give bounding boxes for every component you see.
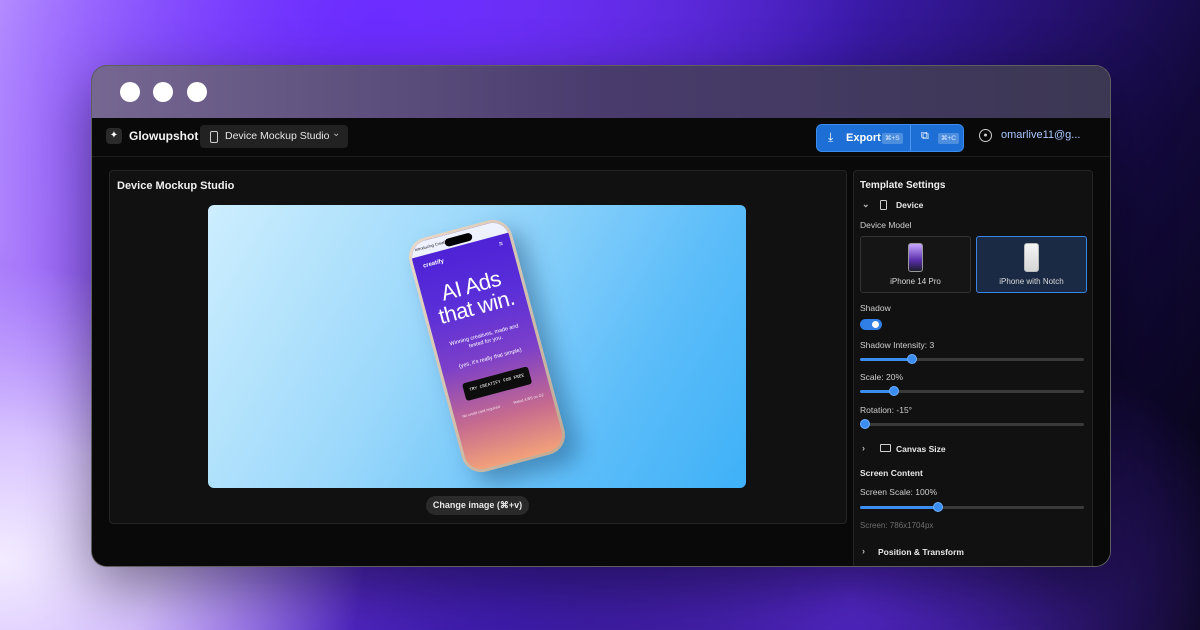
iphone-notch-thumbnail <box>1024 243 1039 272</box>
slider-handle[interactable] <box>907 354 917 364</box>
device-section-header[interactable]: ⌄ Device <box>860 199 1080 211</box>
chevron-down-icon: ⌄ <box>862 199 870 209</box>
slider-handle[interactable] <box>860 419 870 429</box>
change-image-button[interactable]: Change image (⌘+v) <box>426 496 529 515</box>
user-avatar-icon[interactable]: ● <box>979 129 992 142</box>
iphone-14-pro-thumbnail <box>908 243 923 272</box>
phone-mockup[interactable]: Introducing Creatify 2.0 creatify ≡ AI A… <box>404 215 570 477</box>
device-option-label: iPhone with Notch <box>999 277 1064 286</box>
shadow-intensity-label: Shadow Intensity: 3 <box>860 340 935 350</box>
screen-footer-right: Rated 4.8/5 on G2 <box>513 393 545 405</box>
slider-fill <box>860 506 938 509</box>
position-transform-section-header[interactable]: › Position & Transform <box>860 546 1080 558</box>
export-label: Export <box>846 132 881 144</box>
window-minimize-button[interactable] <box>153 82 173 102</box>
screen-size-readout: Screen: 786x1704px <box>860 521 934 530</box>
canvas-panel: Device Mockup Studio Introducing Creatif… <box>109 170 847 524</box>
canvas-size-section-header[interactable]: › Canvas Size <box>860 443 1080 455</box>
copy-button[interactable]: ⧉ ⌘+C <box>910 125 963 151</box>
canvas-size-label: Canvas Size <box>896 444 946 454</box>
phone-icon <box>880 200 887 212</box>
rotation-slider[interactable] <box>860 419 1084 429</box>
shadow-intensity-slider[interactable] <box>860 354 1084 364</box>
screen-content-label: Screen Content <box>860 468 923 478</box>
slider-handle[interactable] <box>933 502 943 512</box>
copy-icon: ⧉ <box>921 130 929 142</box>
screen-footer-left: No credit card required <box>461 404 501 419</box>
download-icon: ⤓ <box>828 130 834 144</box>
device-model-label: Device Model <box>860 220 912 230</box>
canvas-title: Device Mockup Studio <box>117 180 235 192</box>
device-section-label: Device <box>896 200 924 210</box>
export-shortcut-badge: ⌘+S <box>882 133 903 144</box>
device-option-iphone-with-notch[interactable]: iPhone with Notch <box>976 236 1087 293</box>
scale-slider[interactable] <box>860 386 1084 396</box>
position-transform-label: Position & Transform <box>878 547 964 557</box>
window-titlebar <box>92 66 1110 118</box>
screen-scale-label: Screen Scale: 100% <box>860 487 938 497</box>
app-area: ✦ Glowupshot Device Mockup Studio ⌄ ⤓ Ex… <box>92 118 1110 566</box>
app-window: ✦ Glowupshot Device Mockup Studio ⌄ ⤓ Ex… <box>91 65 1111 567</box>
settings-title: Template Settings <box>860 180 946 191</box>
phone-icon <box>210 131 218 143</box>
window-close-button[interactable] <box>120 82 140 102</box>
shadow-toggle[interactable] <box>860 319 882 330</box>
slider-fill <box>860 358 912 361</box>
chevron-right-icon: › <box>862 443 865 453</box>
shadow-label: Shadow <box>860 303 891 313</box>
device-option-iphone-14-pro[interactable]: iPhone 14 Pro <box>860 236 971 293</box>
window-maximize-button[interactable] <box>187 82 207 102</box>
rotation-label: Rotation: -15° <box>860 405 913 415</box>
template-settings-panel: Template Settings ⌄ Device Device Model … <box>853 170 1093 566</box>
phone-screen: Introducing Creatify 2.0 creatify ≡ AI A… <box>408 219 566 473</box>
toggle-knob <box>872 321 879 328</box>
device-option-label: iPhone 14 Pro <box>890 277 941 286</box>
chevron-right-icon: › <box>862 546 865 556</box>
slider-handle[interactable] <box>889 386 899 396</box>
chevron-down-icon: ⌄ <box>332 128 341 139</box>
hamburger-menu-icon: ≡ <box>498 240 505 249</box>
app-name[interactable]: Glowupshot <box>129 129 198 143</box>
monitor-icon <box>880 444 891 454</box>
screen-headline: AI Ads that win. <box>420 263 528 331</box>
screen-scale-slider[interactable] <box>860 502 1084 512</box>
copy-shortcut-badge: ⌘+C <box>938 133 959 144</box>
scale-label: Scale: 20% <box>860 372 903 382</box>
export-button-group: ⤓ Export ⌘+S ⧉ ⌘+C <box>816 124 964 152</box>
export-button[interactable]: ⤓ Export ⌘+S <box>817 125 909 151</box>
user-email[interactable]: omarlive11@g... <box>1001 129 1080 141</box>
studio-select-label: Device Mockup Studio <box>225 130 330 142</box>
top-navbar: ✦ Glowupshot Device Mockup Studio ⌄ ⤓ Ex… <box>92 118 1110 157</box>
screen-brand: creatify <box>422 258 445 270</box>
screen-cta-button: TRY CREATIFY FOR FREE <box>461 366 533 402</box>
mockup-stage[interactable]: Introducing Creatify 2.0 creatify ≡ AI A… <box>208 205 746 488</box>
studio-select-dropdown[interactable]: Device Mockup Studio ⌄ <box>200 125 348 148</box>
sparkle-icon: ✦ <box>106 128 122 144</box>
